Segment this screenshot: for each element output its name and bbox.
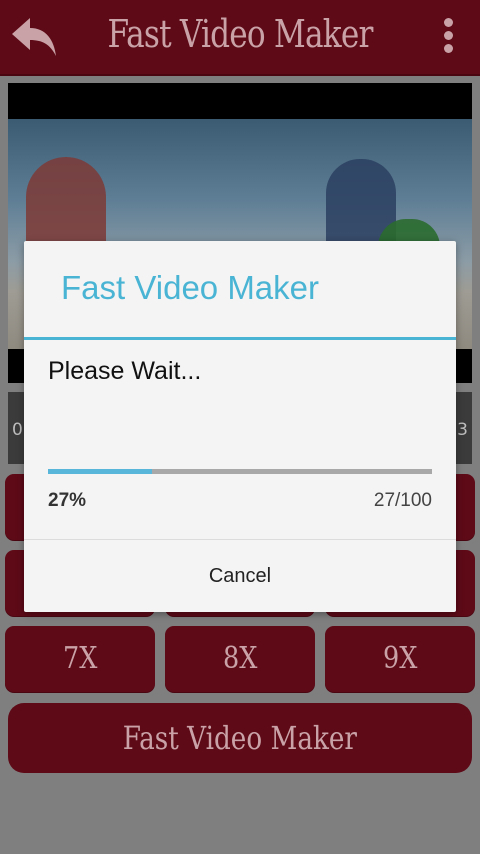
speed-9x-button[interactable]: 9X (325, 626, 475, 692)
app-bar: Fast Video Maker (0, 0, 480, 76)
dialog-title-divider (24, 337, 456, 340)
speed-9x-label: 9X (382, 641, 418, 676)
progress-count: 27/100 (373, 490, 432, 511)
time-start-label: 0 (12, 420, 23, 440)
fast-video-maker-label: Fast Video Maker (122, 719, 358, 757)
cancel-button[interactable]: Cancel (24, 540, 456, 612)
progress-dialog: Fast Video Maker Please Wait... 27% 27/1… (24, 241, 456, 612)
speed-8x-label: 8X (222, 641, 258, 676)
time-end-label: 3 (457, 420, 468, 440)
app-title: Fast Video Maker (107, 12, 373, 56)
dialog-title: Fast Video Maker (61, 269, 320, 306)
speed-7x-button[interactable]: 7X (5, 626, 155, 692)
progress-bar-fill (48, 469, 152, 474)
speed-7x-label: 7X (62, 641, 98, 676)
progress-bar (48, 469, 432, 474)
progress-percent: 27% (48, 490, 87, 511)
dialog-message: Please Wait... (48, 357, 202, 385)
speed-8x-button[interactable]: 8X (165, 626, 315, 692)
fast-video-maker-button[interactable]: Fast Video Maker (8, 703, 472, 773)
overflow-menu-icon[interactable] (436, 18, 460, 58)
